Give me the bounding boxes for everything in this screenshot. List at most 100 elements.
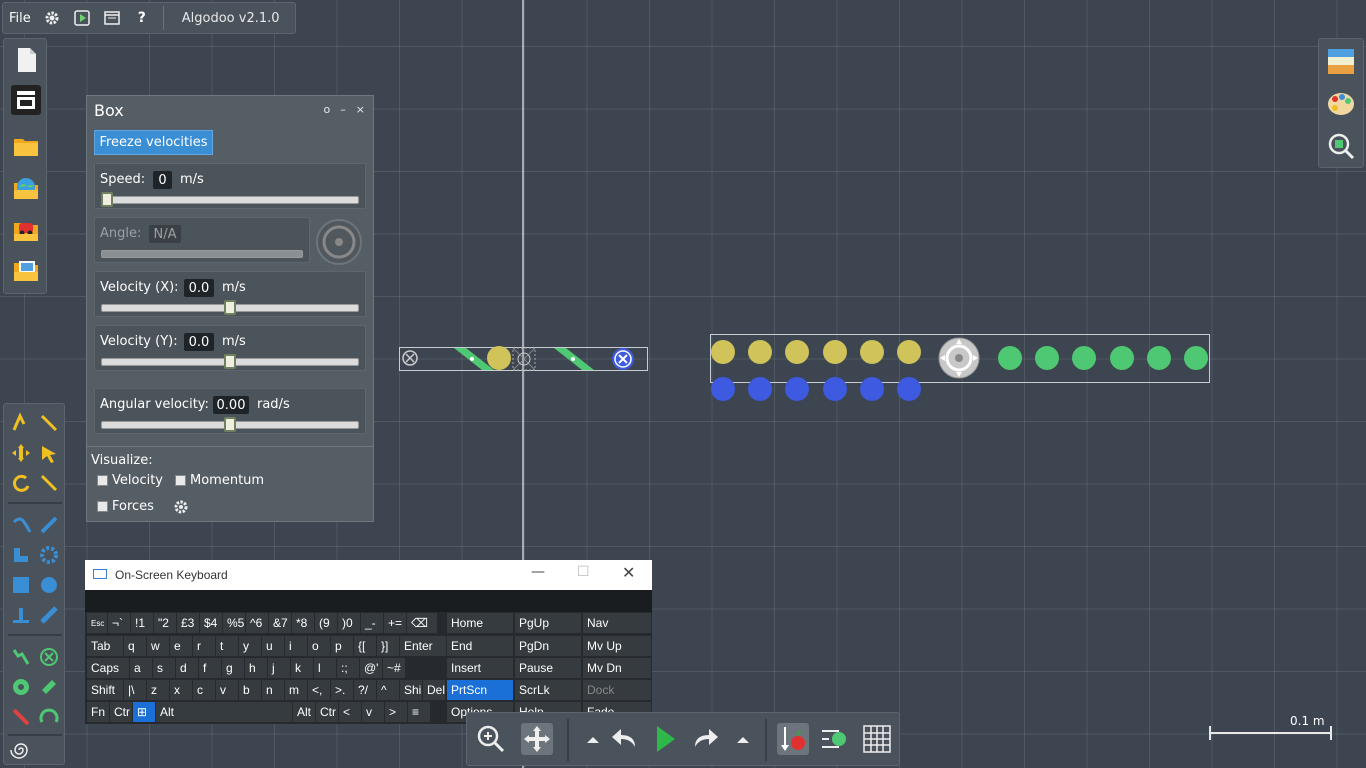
redo-menu-arrow-icon[interactable] [727,723,759,755]
osk-key[interactable]: g [222,658,244,678]
box-tool-icon[interactable] [10,574,32,596]
tracer-tool-icon[interactable] [38,676,60,698]
osk-key[interactable]: d [176,658,198,678]
pan-icon[interactable] [521,723,553,755]
osk-nav-key[interactable]: Pause [515,658,581,678]
blue-ball[interactable] [785,377,809,401]
green-ball[interactable] [1072,346,1096,370]
fixate-tool-icon[interactable] [10,604,32,626]
osk-key[interactable]: )0 [338,613,360,633]
yellow-ball[interactable] [487,346,511,370]
velocity-x-slider-thumb[interactable] [224,300,236,315]
velocity-y-slider-thumb[interactable] [224,354,236,369]
open-online-icon[interactable] [11,173,41,203]
osk-key[interactable]: Esc [87,613,107,633]
open-phunlets-icon[interactable] [11,255,41,285]
gear-tool-icon[interactable] [38,544,60,566]
green-ball[interactable] [1035,346,1059,370]
blue-ball[interactable] [897,377,921,401]
thruster-marker-icon[interactable] [611,347,635,371]
yellow-ball[interactable] [711,340,735,364]
panel-close-button[interactable]: × [356,103,365,116]
osk-key[interactable]: Shift [87,680,123,700]
brush-tool-icon[interactable] [38,412,60,434]
help-icon[interactable]: ? [127,3,157,33]
osk-key[interactable]: Fn [87,702,109,722]
freeze-velocities-button[interactable]: Freeze velocities [94,130,213,155]
osk-key[interactable]: <, [308,680,330,700]
osk-key[interactable]: "2 [154,613,176,633]
hinge-marker-icon[interactable] [401,349,419,367]
osk-nav-key[interactable]: Mv Dn [583,658,651,678]
zoom-icon[interactable] [475,723,507,755]
osk-nav-key[interactable]: Home [447,613,513,633]
osk-key[interactable]: j [268,658,290,678]
yellow-ball[interactable] [823,340,847,364]
osk-nav-key[interactable]: ScrLk [515,680,581,700]
osk-key[interactable]: ^6 [246,613,268,633]
osk-key[interactable]: f [199,658,221,678]
rotate-tool-icon[interactable] [10,472,32,494]
osk-key[interactable]: v [216,680,238,700]
osk-nav-key[interactable]: PrtScn [447,680,513,700]
osk-key[interactable]: }] [377,636,399,656]
osk-key[interactable]: Caps [87,658,129,678]
osk-key[interactable]: u [262,636,284,656]
new-scene-icon[interactable] [11,45,41,75]
osk-key[interactable]: < [339,702,361,722]
osk-key[interactable]: |\ [124,680,146,700]
osk-key[interactable]: %5 [223,613,245,633]
gear-icon[interactable] [37,3,67,33]
osk-key[interactable]: !1 [131,613,153,633]
yellow-ball[interactable] [897,340,921,364]
momentum-checkbox[interactable] [175,475,186,486]
yellow-ball[interactable] [860,340,884,364]
panel-pin-button[interactable]: o [324,103,331,116]
open-folder-icon[interactable] [11,131,41,161]
osk-key[interactable]: $4 [200,613,222,633]
blue-ball[interactable] [748,377,772,401]
spring-segment[interactable] [554,348,594,370]
osk-key[interactable]: s [153,658,175,678]
green-ball[interactable] [1184,346,1208,370]
osk-key[interactable]: t [216,636,238,656]
osk-key[interactable]: :; [337,658,359,678]
osk-key[interactable]: {[ [354,636,376,656]
osk-nav-key[interactable]: Insert [447,658,513,678]
osk-key[interactable]: m [285,680,307,700]
osk-key[interactable]: e [170,636,192,656]
panel-minimize-button[interactable]: – [340,103,346,116]
move-tool-icon[interactable] [10,442,32,464]
osk-nav-key[interactable]: PgUp [515,613,581,633]
angular-velocity-value[interactable]: 0.00 [213,396,249,414]
scale-tool-icon[interactable] [38,472,60,494]
knife-tool-icon[interactable] [38,514,60,536]
osk-key[interactable]: ≡ [408,702,430,722]
osk-key[interactable]: @' [360,658,382,678]
gravity-toggle-icon[interactable] [777,723,809,755]
plane-tool-icon[interactable] [10,544,32,566]
visualize-settings-gear-icon[interactable] [173,499,189,515]
osk-key[interactable]: Ctr [110,702,132,722]
osk-key[interactable]: h [245,658,267,678]
circle-tool-icon[interactable] [38,574,60,596]
play-icon[interactable] [649,723,681,755]
osk-key[interactable]: £3 [177,613,199,633]
rope-tool-icon[interactable] [10,514,32,536]
background-icon[interactable] [1326,47,1356,77]
browse-scenes-icon[interactable] [11,85,41,115]
osk-key[interactable]: o [308,636,330,656]
osk-key[interactable]: i [285,636,307,656]
osk-key[interactable]: k [291,658,313,678]
velocity-y-value[interactable]: 0.0 [184,333,214,351]
spiral-tool-icon[interactable] [10,739,32,761]
osk-key[interactable]: ^ [377,680,399,700]
osk-key[interactable]: ⊞ [133,702,155,722]
speed-value[interactable]: 0 [153,171,172,189]
osk-key[interactable]: b [239,680,261,700]
osk-key[interactable]: (9 [315,613,337,633]
speed-slider-track[interactable] [101,196,359,204]
green-ball[interactable] [998,346,1022,370]
osk-nav-key[interactable]: Nav [583,613,651,633]
palette-icon[interactable] [1326,89,1356,119]
